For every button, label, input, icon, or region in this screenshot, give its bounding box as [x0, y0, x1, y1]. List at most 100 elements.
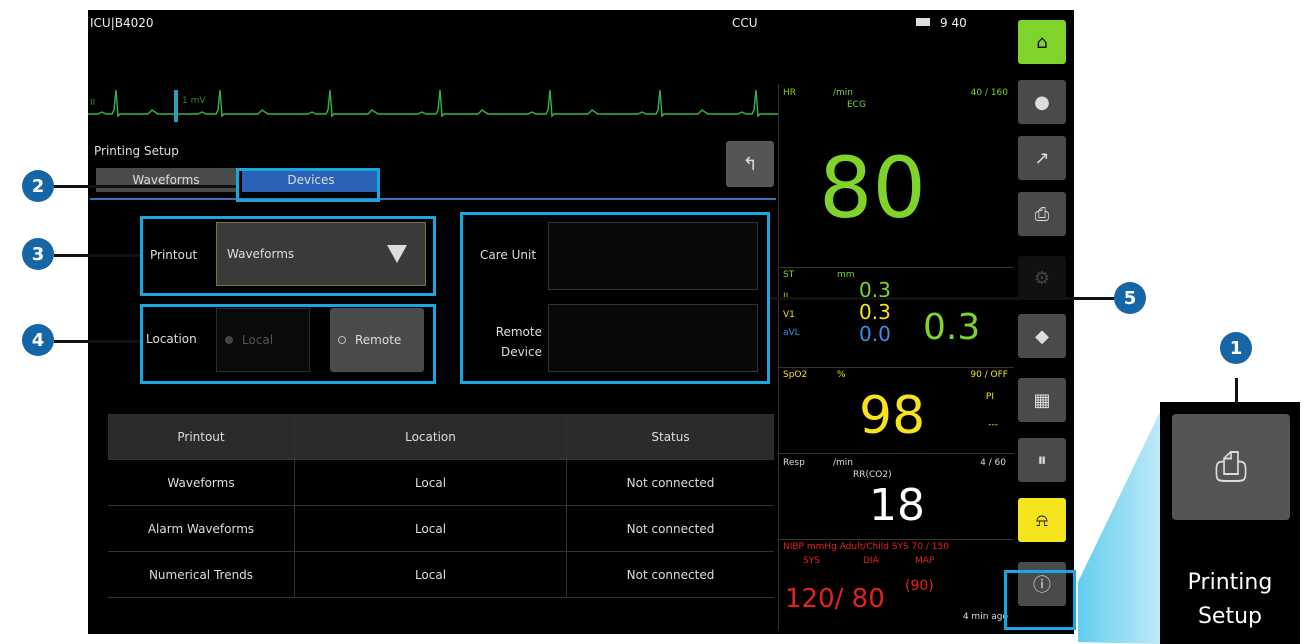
st-value-v1: 0.3	[859, 300, 891, 324]
resp-value: 18	[869, 480, 925, 531]
back-button[interactable]: ↰	[726, 141, 774, 187]
leader-line-4	[54, 340, 140, 343]
tab-waveforms[interactable]: Waveforms	[96, 168, 236, 192]
cell-status: Not connected	[626, 521, 715, 536]
pause-button[interactable]: ⏸	[1018, 438, 1066, 482]
nibp-map-value: (90)	[905, 578, 934, 594]
callout-5: 5	[1114, 282, 1146, 314]
spo2-label: SpO2	[783, 370, 808, 380]
resp-limits: 4 / 60	[980, 458, 1006, 468]
patient-icon: ●	[1034, 91, 1050, 113]
table-row[interactable]: Waveforms Local Not connected	[108, 460, 774, 506]
hr-value: 80	[819, 139, 926, 237]
spo2-parameter[interactable]: SpO2 % 90 / OFF PI --- 98	[779, 368, 1014, 454]
leader-line-3	[54, 254, 140, 257]
resp-parameter[interactable]: Resp /min RR(CO2) 4 / 60 18	[779, 454, 1014, 540]
cell-location: Local	[295, 552, 567, 597]
nibp-parameter[interactable]: NIBP mmHg Adult/Child SYS 70 / 150 SYS D…	[779, 540, 1014, 630]
st-lead-v1: V1	[783, 310, 795, 320]
callout-4: 4	[22, 324, 54, 356]
home-icon: ⌂	[1036, 31, 1048, 53]
spo2-unit: %	[837, 370, 846, 380]
cell-status: Not connected	[626, 475, 715, 490]
st-big-value: 0.3	[923, 307, 981, 348]
hr-limits: 40 / 160	[970, 88, 1008, 98]
header-printout: Printout	[108, 414, 295, 459]
layout-icon: ▦	[1033, 389, 1051, 411]
leader-line-1	[1235, 378, 1238, 404]
print-icon: ⎙	[1034, 203, 1050, 225]
spo2-limits: 90 / OFF	[970, 370, 1008, 380]
pi-label: PI	[985, 392, 994, 402]
battery-icon	[916, 18, 930, 26]
resp-unit: /min	[833, 458, 854, 468]
callout-2: 2	[22, 170, 54, 202]
callout-box-4	[140, 304, 436, 384]
callout-3: 3	[22, 238, 54, 270]
cell-printout: Numerical Trends	[108, 552, 295, 597]
monitor-button[interactable]: ⚙	[1018, 256, 1066, 300]
spo2-value: 98	[859, 386, 926, 446]
callout-box-5	[460, 212, 770, 384]
hr-unit: /min	[833, 88, 854, 98]
st-lead-avl: aVL	[783, 328, 800, 338]
header-status: Status	[651, 429, 690, 444]
nibp-dia-label: DIA	[863, 556, 879, 566]
nibp-value: 120/ 80	[785, 584, 885, 614]
st-label: ST	[783, 270, 795, 280]
back-arrow-icon: ↰	[742, 153, 758, 175]
cell-location: Local	[295, 506, 567, 551]
printout-status-table: Printout Location Status Waveforms Local…	[108, 414, 774, 600]
cell-location: Local	[295, 460, 567, 505]
table-row[interactable]: Alarm Waveforms Local Not connected	[108, 506, 774, 552]
st-parameter[interactable]: ST mm II V1 aVL 0.3 0.3 0.0 0.3	[779, 268, 1014, 368]
layout-button[interactable]: ▦	[1018, 378, 1066, 422]
header-location: Location	[295, 414, 567, 459]
ecg-lead-label: II	[90, 98, 96, 108]
ecg-calibration-bar	[174, 90, 178, 122]
nibp-sys-label: SYS	[803, 556, 820, 566]
home-button[interactable]: ⌂	[1018, 20, 1066, 64]
nibp-header: NIBP mmHg Adult/Child SYS 70 / 150	[783, 542, 949, 552]
st-unit: mm	[837, 270, 855, 280]
table-row[interactable]: Numerical Trends Local Not connected	[108, 552, 774, 598]
pump-button[interactable]: ◆	[1018, 314, 1066, 358]
alarm-silence-button[interactable]: ⍾	[1018, 498, 1066, 542]
figure: ICU|B4020 CCU 9 40 II 1 mV Printing Setu…	[0, 0, 1312, 644]
clock: 9 40	[940, 16, 967, 30]
st-value-avl: 0.0	[859, 322, 891, 346]
printing-setup-zoom-button: ⎙	[1172, 414, 1290, 520]
trends-button[interactable]: ↗	[1018, 136, 1066, 180]
cell-status: Not connected	[626, 567, 715, 582]
print-settings-icon: ⎙	[1215, 444, 1247, 490]
table-header-row: Printout Location Status	[108, 414, 774, 460]
hr-parameter[interactable]: HR /min ECG 40 / 160 80	[779, 84, 1014, 268]
page-title: Printing Setup	[94, 144, 179, 158]
zoom-label: Printing Setup	[1187, 570, 1273, 629]
leader-line-2	[54, 185, 236, 188]
leader-line-5	[770, 297, 1114, 300]
tab-underline	[90, 198, 776, 200]
cell-printout: Alarm Waveforms	[108, 506, 295, 551]
callout-box-2	[236, 168, 380, 202]
ecg-waveform	[88, 89, 778, 118]
monitor-icon: ⚙	[1033, 267, 1051, 289]
unit-bed-label: ICU|B4020	[90, 16, 154, 30]
alarm-silence-icon: ⍾	[1036, 509, 1048, 531]
parameter-panel: HR /min ECG 40 / 160 80 ST mm II V1 aVL …	[778, 84, 1014, 630]
care-unit-label: CCU	[732, 16, 758, 30]
patient-button[interactable]: ●	[1018, 80, 1066, 124]
callout-box-3	[140, 216, 436, 296]
hr-source: ECG	[847, 100, 866, 110]
sidebar: ⌂ ● ↗ ⎙ ⚙ ◆ ▦ ⏸ ⍾ ⓘ	[1016, 20, 1070, 634]
nibp-map-label: MAP	[915, 556, 935, 566]
callout-1: 1	[1220, 332, 1252, 364]
pause-icon: ⏸	[1037, 449, 1047, 471]
callout-box-1	[1004, 570, 1076, 630]
nibp-time: 4 min ago	[962, 612, 1008, 622]
zoom-beam	[1078, 412, 1160, 644]
pi-value: ---	[988, 420, 998, 430]
pump-icon: ◆	[1035, 325, 1049, 347]
print-button[interactable]: ⎙	[1018, 192, 1066, 236]
ecg-gain-label: 1 mV	[182, 96, 206, 106]
